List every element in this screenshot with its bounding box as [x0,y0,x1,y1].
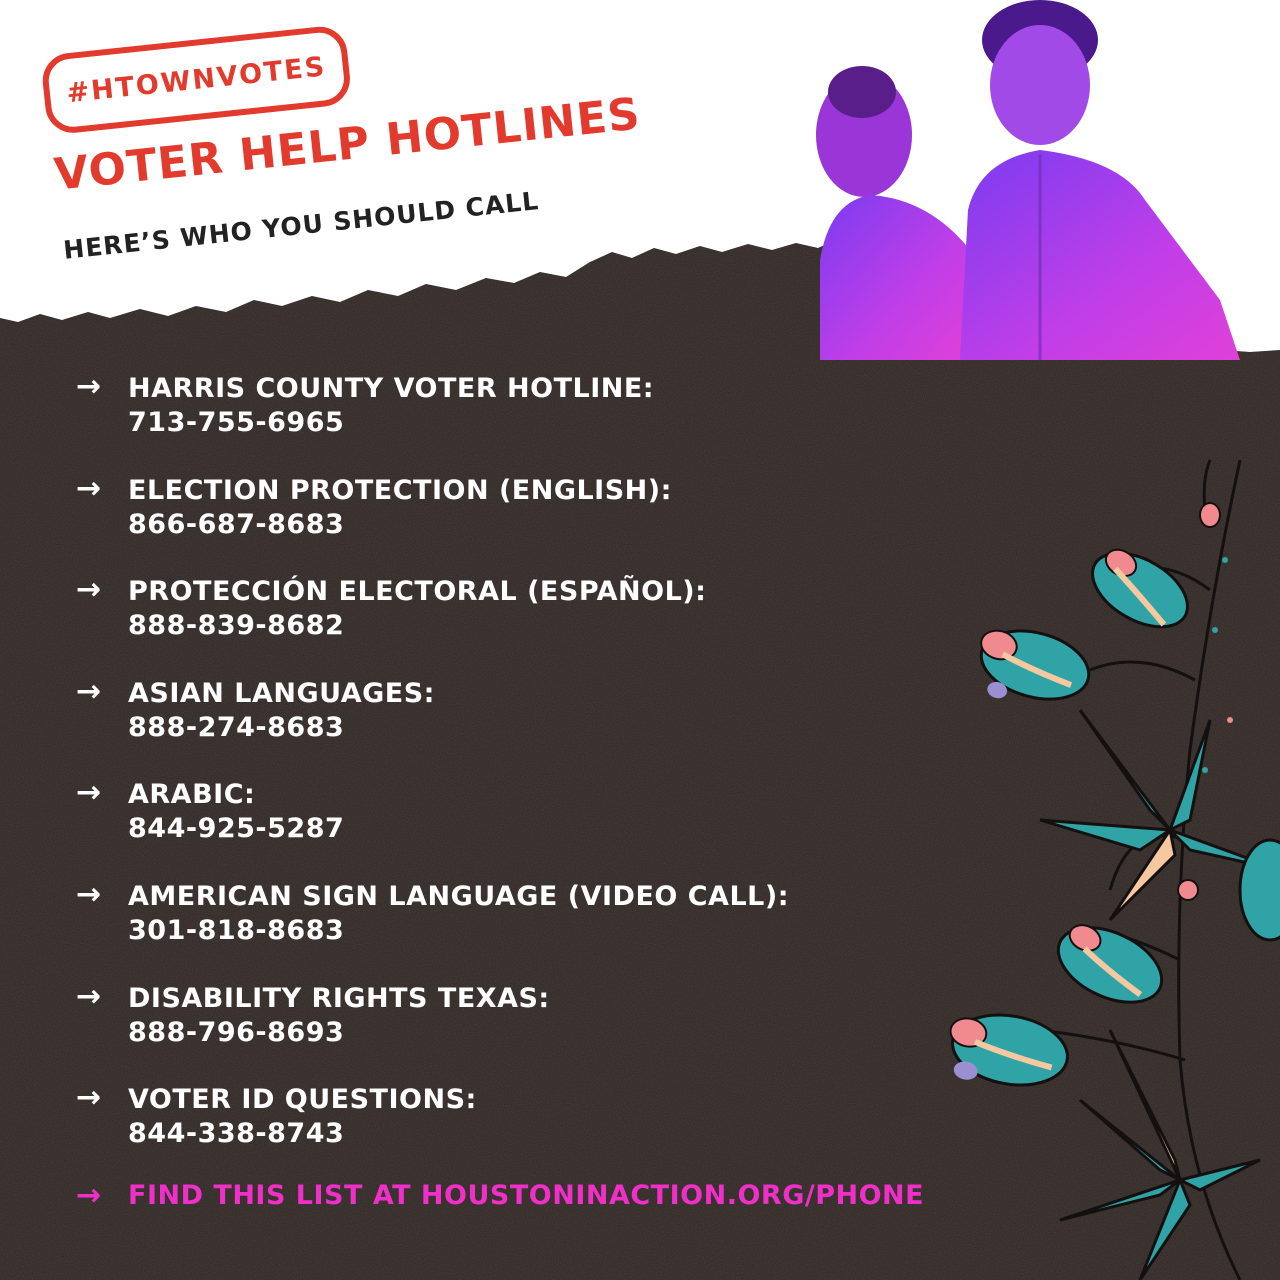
flower-illustration [949,459,1280,1280]
arrow-icon: → [76,1080,102,1116]
arrow-icon: → [76,470,102,506]
footer-link-text[interactable]: FIND THIS LIST AT HOUSTONINACTION.ORG/PH… [128,1180,924,1211]
hotlines-graphic: #HTOWNVOTES VOTER HELP HOTLINES HERE’S W… [0,0,1280,1280]
hotline-entry-harris-county: → HARRIS COUNTY VOTER HOTLINE: 713-755-6… [76,372,789,474]
arrow-icon: → [76,572,102,608]
hotline-list: → HARRIS COUNTY VOTER HOTLINE: 713-755-6… [76,372,789,1185]
hotline-label: ARABIC: [128,779,256,811]
hotline-entry-asian-languages: → ASIAN LANGUAGES: 888-274-8683 [76,673,789,779]
arrow-icon: → [76,1177,102,1213]
arrow-icon: → [76,876,102,912]
footer-link[interactable]: → FIND THIS LIST AT HOUSTONINACTION.ORG/… [76,1180,924,1211]
hotline-phone: 866-687-8683 [128,508,345,540]
hotline-phone: 713-755-6965 [128,407,345,438]
arrow-icon: → [76,775,102,811]
hotline-entry-voter-id-questions: → VOTER ID QUESTIONS: 844-338-8743 [76,1083,789,1185]
hotline-phone: 844-925-5287 [128,813,345,845]
hotline-label: HARRIS COUNTY VOTER HOTLINE: [128,373,655,404]
hotline-phone: 301-818-8683 [128,914,345,946]
arrow-icon: → [76,673,102,709]
hotline-phone: 888-796-8693 [128,1016,345,1048]
hotline-label: ELECTION PROTECTION (ENGLISH): [128,474,672,506]
hotline-entry-disability-rights-texas: → DISABILITY RIGHTS TEXAS: 888-796-8693 [76,978,789,1084]
hotline-label: VOTER ID QUESTIONS: [128,1084,477,1116]
hotline-entry-arabic: → ARABIC: 844-925-5287 [76,778,789,880]
hotline-label: PROTECCIÓN ELECTORAL (ESPAÑOL): [128,576,707,608]
hotline-phone: 844-338-8743 [128,1118,345,1150]
hotline-entry-election-protection-english: → ELECTION PROTECTION (ENGLISH): 866-687… [76,470,789,576]
people-photo [816,0,1240,360]
arrow-icon: → [76,369,102,404]
hotline-label: AMERICAN SIGN LANGUAGE (VIDEO CALL): [128,880,790,912]
hotline-phone: 888-839-8682 [128,610,345,642]
hotline-phone: 888-274-8683 [128,711,345,743]
hotline-label: ASIAN LANGUAGES: [128,677,435,709]
hotline-entry-proteccion-electoral: → PROTECCIÓN ELECTORAL (ESPAÑOL): 888-83… [76,575,789,677]
hotline-label: DISABILITY RIGHTS TEXAS: [128,982,550,1014]
arrow-icon: → [76,978,102,1014]
hotline-entry-american-sign-language: → AMERICAN SIGN LANGUAGE (VIDEO CALL): 3… [76,876,790,982]
